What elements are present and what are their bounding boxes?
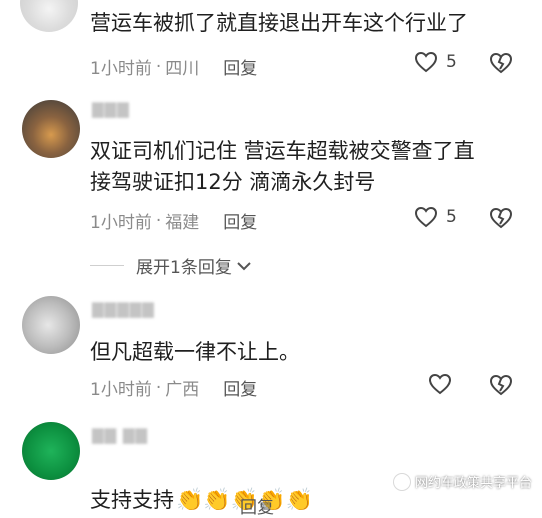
comment-text: 但凡超载一律不让上。	[90, 340, 300, 364]
separator-dot: ·	[155, 56, 162, 77]
reply-button[interactable]: 回复	[223, 375, 257, 400]
user-avatar-2[interactable]	[22, 100, 80, 158]
broken-heart-icon	[488, 374, 514, 400]
like-count: 5	[446, 52, 457, 72]
username-blurred: ▇▇▇▇▇	[92, 300, 155, 318]
expand-replies-button[interactable]: 展开1条回复	[90, 253, 251, 278]
reply-button[interactable]: 回复	[223, 54, 257, 79]
separator-dot: ·	[155, 377, 162, 398]
reply-button[interactable]: 回复	[240, 493, 274, 518]
username-blurred: ▇▇▇	[92, 100, 130, 118]
user-avatar-4[interactable]	[22, 422, 80, 480]
watermark: 网约车政策共享平台	[392, 472, 532, 491]
comment-meta: 1小时前 · 福建 回复	[90, 208, 257, 234]
dislike-button[interactable]	[488, 52, 514, 78]
divider-line	[90, 265, 124, 266]
comment-text: 双证司机们记住 营运车超载被交警查了直 接驾驶证扣12分 滴滴永久封号	[90, 139, 475, 194]
dislike-button[interactable]	[488, 207, 514, 233]
location: 四川	[165, 59, 200, 79]
comment-text: 营运车被抓了就直接退出开车这个行业了	[90, 11, 468, 35]
heart-outline-icon	[428, 373, 452, 395]
location: 广西	[165, 380, 200, 400]
comment-meta: 回复	[90, 493, 274, 518]
watermark-logo-icon	[392, 472, 411, 491]
watermark-text: 网约车政策共享平台	[414, 476, 532, 491]
like-button[interactable]	[428, 373, 452, 395]
heart-outline-icon	[414, 51, 438, 73]
broken-heart-icon	[488, 207, 514, 233]
user-avatar-1[interactable]	[20, 0, 78, 32]
comment-meta: 1小时前 · 广西 回复	[90, 375, 257, 401]
like-button[interactable]: 5	[414, 51, 457, 73]
timestamp: 1小时前	[90, 59, 152, 79]
timestamp: 1小时前	[90, 380, 152, 400]
dislike-button[interactable]	[488, 374, 514, 400]
username-blurred: ▇▇ ▇▇	[92, 426, 148, 444]
location: 福建	[165, 213, 200, 233]
like-count: 5	[446, 207, 457, 227]
like-button[interactable]: 5	[414, 206, 457, 228]
separator-dot: ·	[155, 210, 162, 231]
comment-meta: 1小时前 · 四川 回复	[90, 54, 257, 80]
expand-replies-label: 展开1条回复	[136, 258, 232, 278]
user-avatar-3[interactable]	[22, 296, 80, 354]
broken-heart-icon	[488, 52, 514, 78]
reply-button[interactable]: 回复	[223, 208, 257, 233]
chevron-down-icon	[237, 256, 251, 276]
heart-outline-icon	[414, 206, 438, 228]
timestamp: 1小时前	[90, 213, 152, 233]
